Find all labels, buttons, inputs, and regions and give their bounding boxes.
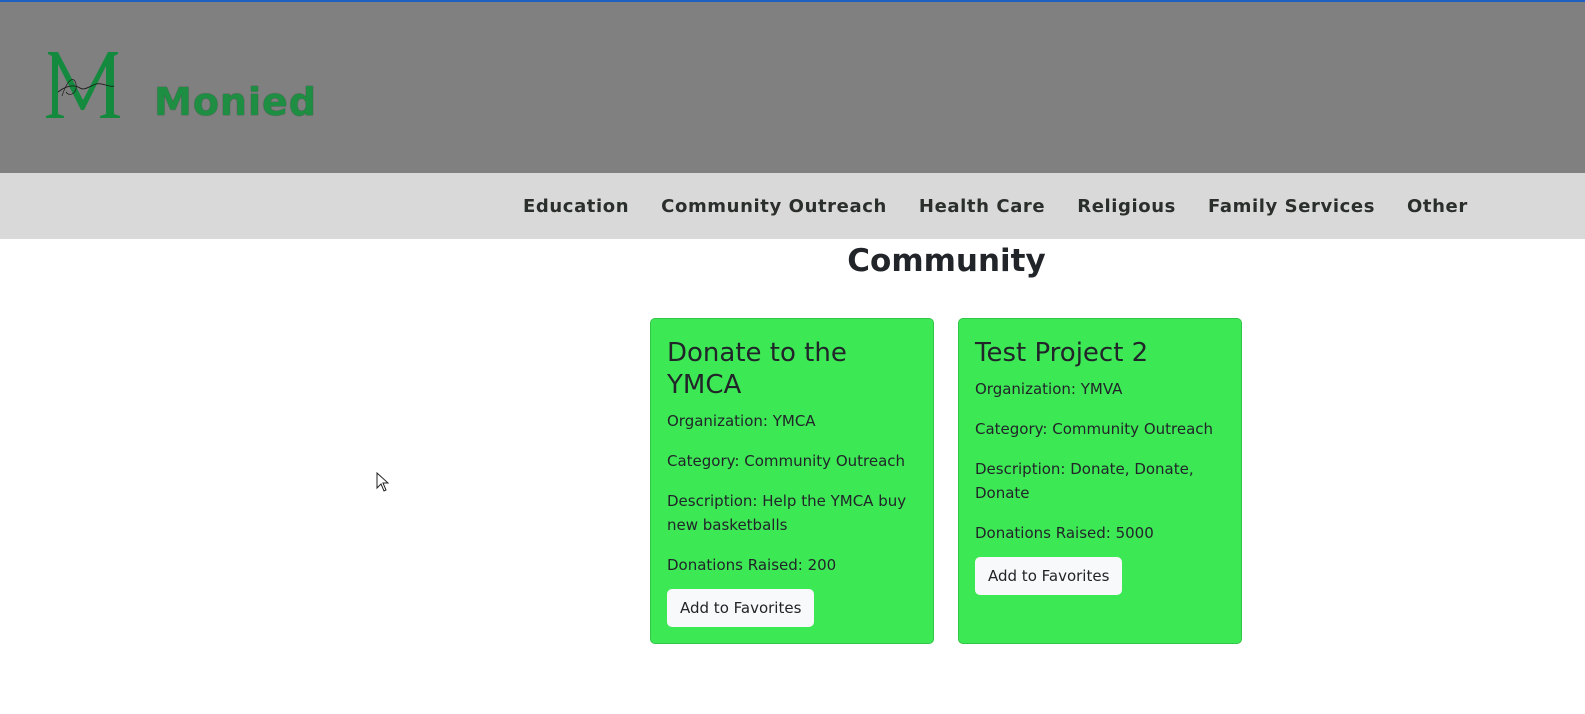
add-to-favorites-button[interactable]: Add to Favorites [975,557,1123,595]
card-title: Donate to the YMCA [667,338,847,400]
mouse-pointer-icon [376,472,390,492]
nav-item-other[interactable]: Other [1407,196,1468,217]
nav-item-family-services[interactable]: Family Services [1208,196,1375,217]
add-to-favorites-button[interactable]: Add to Favorites [667,589,815,627]
nav-item-religious[interactable]: Religious [1077,196,1176,217]
card-description: Description: Help the YMCA buy new baske… [667,492,907,534]
card-donations: Donations Raised: 5000 [975,524,1154,542]
card-category: Category: Community Outreach [667,452,906,470]
brand-name[interactable]: Monied [154,80,317,124]
card-description: Description: Donate, Donate, Donate [975,460,1194,502]
nav-list: Education Community Outreach Health Care… [523,173,1500,239]
site-header: Monied [0,2,1585,173]
card-organization: Organization: YMVA [975,380,1123,398]
card-donations: Donations Raised: 200 [667,556,837,574]
page-title: Community [847,243,1046,279]
nav-item-health-care[interactable]: Health Care [919,196,1045,217]
card-category: Category: Community Outreach [975,420,1214,438]
card-organization: Organization: YMCA [667,412,816,430]
project-card: Test Project 2 Organization: YMVA Catego… [958,318,1242,644]
card-title: Test Project 2 [975,338,1149,368]
nav-item-community-outreach[interactable]: Community Outreach [661,196,887,217]
project-card: Donate to the YMCA Organization: YMCA Ca… [650,318,934,644]
monied-logo-icon[interactable] [44,48,122,120]
category-navbar: Education Community Outreach Health Care… [0,173,1585,239]
nav-item-education[interactable]: Education [523,196,629,217]
